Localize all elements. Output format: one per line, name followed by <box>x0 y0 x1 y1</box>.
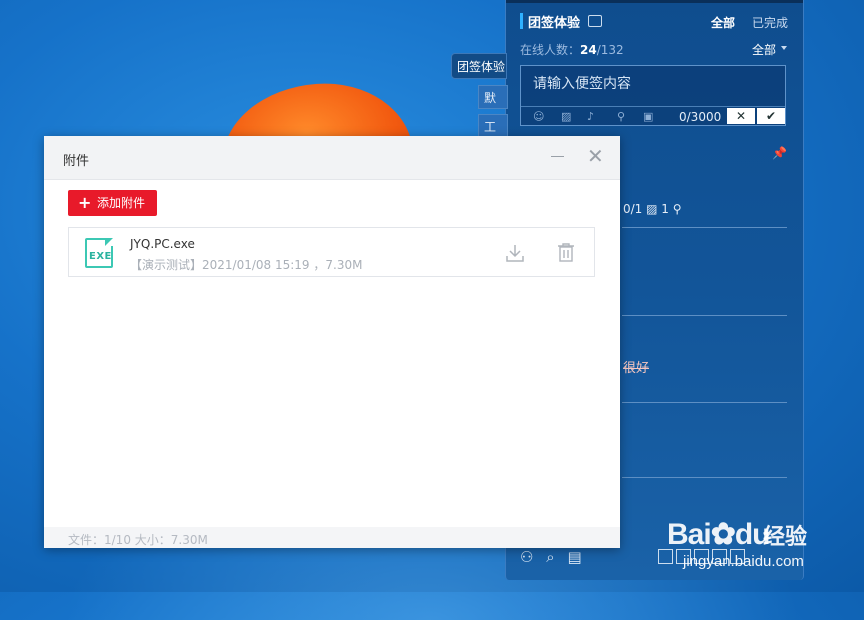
menu-item-default[interactable]: 默认 <box>478 85 508 109</box>
panel-bottom-toolbar: ⚇ ⌕ ▤ <box>520 548 591 566</box>
calendar-icon[interactable]: ▤ <box>568 548 582 566</box>
paperclip-icon: ⚲ <box>672 202 682 216</box>
dialog-header: 附件 ✕ <box>44 136 620 180</box>
image-count-icon: ▨ <box>646 202 662 216</box>
pin-icon[interactable]: 📌 <box>772 146 787 160</box>
note-input[interactable]: 请输入便签内容 ☺ ▨ ♪ ⚲ ▣ 0/3000 ✕ ✔ <box>520 65 786 126</box>
file-corner <box>105 238 113 246</box>
list-item[interactable]: EXE JYQ.PC.exe 【演示测试】2021/01/08 15:19 ，7… <box>68 227 595 277</box>
note-divider <box>622 315 787 316</box>
plus-icon: + <box>78 193 92 212</box>
add-attachment-button[interactable]: + 添加附件 <box>68 190 157 216</box>
watermark-brand-part1: Bai <box>667 518 712 551</box>
chevron-down-icon[interactable] <box>781 46 787 50</box>
note-list-icon[interactable] <box>588 15 602 27</box>
tab-all[interactable]: 全部 <box>711 14 735 31</box>
minimize-icon[interactable] <box>551 156 564 157</box>
user-icon[interactable]: ☺ <box>533 110 544 123</box>
group-menu-head[interactable]: 团签体验 <box>451 53 507 79</box>
note-divider <box>622 227 787 228</box>
online-total: /132 <box>596 43 624 57</box>
online-number: 24 <box>580 43 597 57</box>
attachment-dialog: 附件 ✕ + 添加附件 EXE JYQ.PC.exe 【演示测试】2021/01… <box>44 136 620 548</box>
char-counter: 0/3000 <box>679 110 722 124</box>
members-icon[interactable]: ⚇ <box>520 548 533 566</box>
exe-file-icon: EXE <box>85 238 113 268</box>
note-input-placeholder: 请输入便签内容 <box>533 76 631 92</box>
cancel-button[interactable]: ✕ <box>727 108 755 124</box>
note-divider <box>622 402 787 403</box>
member-filter-dropdown[interactable]: 全部 <box>752 41 776 58</box>
note-meta: 0/1 ▨ 1 ⚲ <box>623 202 682 216</box>
download-icon[interactable] <box>505 243 525 263</box>
note-divider <box>622 477 787 478</box>
task-progress: 0/1 <box>623 202 643 216</box>
note-input-toolbar: ☺ ▨ ♪ ⚲ ▣ 0/3000 ✕ ✔ <box>521 106 785 127</box>
file-meta: 【演示测试】2021/01/08 15:19 ，7.30M <box>130 258 363 272</box>
title-accent-bar <box>520 13 523 29</box>
watermark-url: jingyan.baidu.com <box>683 553 804 570</box>
add-attachment-label: 添加附件 <box>97 196 146 210</box>
paw-icon: ✿ <box>710 518 736 551</box>
dialog-title: 附件 <box>63 154 90 169</box>
trash-icon[interactable] <box>557 242 575 262</box>
online-count: 在线人数：24/132 <box>520 41 624 58</box>
confirm-button[interactable]: ✔ <box>757 108 785 124</box>
image-icon[interactable]: ▨ <box>561 110 571 123</box>
file-name: JYQ.PC.exe <box>130 237 195 251</box>
search-icon[interactable]: ⌕ <box>546 548 554 566</box>
watermark-suffix: 经验 <box>763 525 808 550</box>
file-summary: 文件：1/10 大小：7.30M <box>68 533 208 547</box>
attachment-icon[interactable]: ⚲ <box>617 110 625 123</box>
tab-completed[interactable]: 已完成 <box>752 14 788 31</box>
panel-title: 团签体验 <box>528 16 581 31</box>
color-square-icon[interactable]: ▣ <box>643 110 653 123</box>
watermark-brand: Bai✿du <box>667 517 770 552</box>
online-label: 在线人数： <box>520 43 581 57</box>
completed-note-text[interactable]: 很好 <box>623 357 649 376</box>
menu-item-work[interactable]: 工作 <box>478 114 508 138</box>
baidu-jingyan-watermark: Bai✿du 经验 jingyan.baidu.com <box>667 503 857 583</box>
panel-top-border <box>506 0 803 3</box>
image-count: 1 <box>661 202 669 216</box>
file-type-label: EXE <box>89 251 112 262</box>
dialog-footer: 文件：1/10 大小：7.30M <box>44 527 620 548</box>
close-icon[interactable]: ✕ <box>587 145 604 167</box>
audio-icon[interactable]: ♪ <box>587 110 594 123</box>
